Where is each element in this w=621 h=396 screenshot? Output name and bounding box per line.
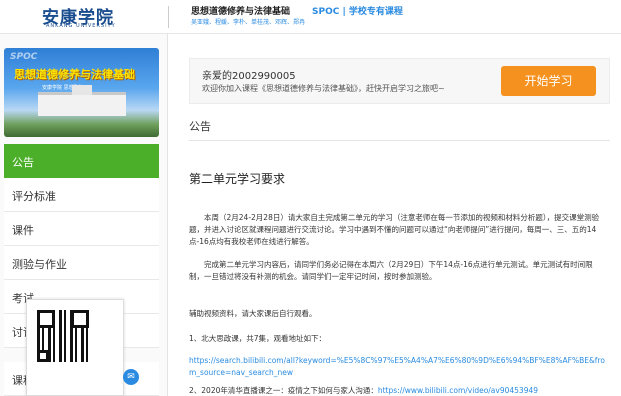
- welcome-message: 欢迎你加入课程《思想道德修养与法律基础》，赶快开启学习之旅吧~: [202, 84, 445, 93]
- banner-building: [38, 85, 126, 116]
- section-divider: [189, 140, 610, 141]
- announcement-paragraph-1: 本周（2月24-2月28日）请大家自主完成第二单元的学习（注意老师在每一节添加的…: [189, 213, 600, 246]
- announcement-paragraph-3: 辅助视频资料，请大家课后自行观看。: [189, 309, 317, 318]
- user-greeting: 亲爱的2002990005: [202, 71, 296, 82]
- resource-item-2: 2、2020年清华直播课之一：疫情之下如何与家人沟通：https://www.b…: [189, 385, 607, 396]
- banner-title: 思想道德修养与法律基础: [14, 68, 135, 81]
- qr-code-popup: [26, 299, 124, 396]
- chat-bubble-icon[interactable]: ✉: [123, 369, 139, 385]
- announcement-title: 第二单元学习要求: [189, 172, 286, 186]
- spoc-label: SPOC | 学校专有课程: [312, 7, 403, 17]
- course-title: 思想道德修养与法律基础: [191, 7, 291, 17]
- start-learning-button[interactable]: 开始学习: [501, 66, 596, 96]
- section-title: 公告: [189, 120, 211, 133]
- sidebar-item-grading[interactable]: 评分标准: [4, 178, 159, 212]
- header-divider: [168, 6, 169, 28]
- qr-code-corner: [37, 350, 49, 362]
- welcome-panel: 亲爱的2002990005 欢迎你加入课程《思想道德修养与法律基础》，赶快开启学…: [189, 58, 610, 104]
- course-banner-image: SPOC 思想道德修养与法律基础 安康学院 思想政治: [4, 48, 159, 137]
- teacher-list[interactable]: 吴亚娥、程媛、李朴、单桂茂、邓辉、郑冉: [191, 17, 305, 26]
- sidebar-item-announcements[interactable]: 公告: [4, 144, 159, 178]
- sidebar-item-quizzes[interactable]: 测验与作业: [4, 246, 159, 280]
- logo-subtext: ANKANG UNIVERSITY: [46, 23, 116, 29]
- top-header: 安康学院 ANKANG UNIVERSITY 思想道德修养与法律基础 SPOC …: [0, 0, 621, 34]
- resource-item-1: 1、北大思政课，共7集，观看地址如下：: [189, 334, 327, 343]
- resource-link-1[interactable]: https://search.bilibili.com/all?keyword=…: [189, 355, 607, 379]
- resource-item-2-label: 2、2020年清华直播课之一：疫情之下如何与家人沟通：: [189, 386, 378, 395]
- sidebar-item-courseware[interactable]: 课件: [4, 212, 159, 246]
- banner-spoc-tag: SPOC: [10, 52, 38, 62]
- university-logo[interactable]: 安康学院 ANKANG UNIVERSITY: [42, 3, 146, 31]
- announcement-paragraph-2: 完成第二单元学习内容后，请同学们务必记得在本周六（2月29日）下午14点-16点…: [189, 260, 593, 281]
- resource-link-2[interactable]: https://www.bilibili.com/video/av9045394…: [378, 386, 538, 395]
